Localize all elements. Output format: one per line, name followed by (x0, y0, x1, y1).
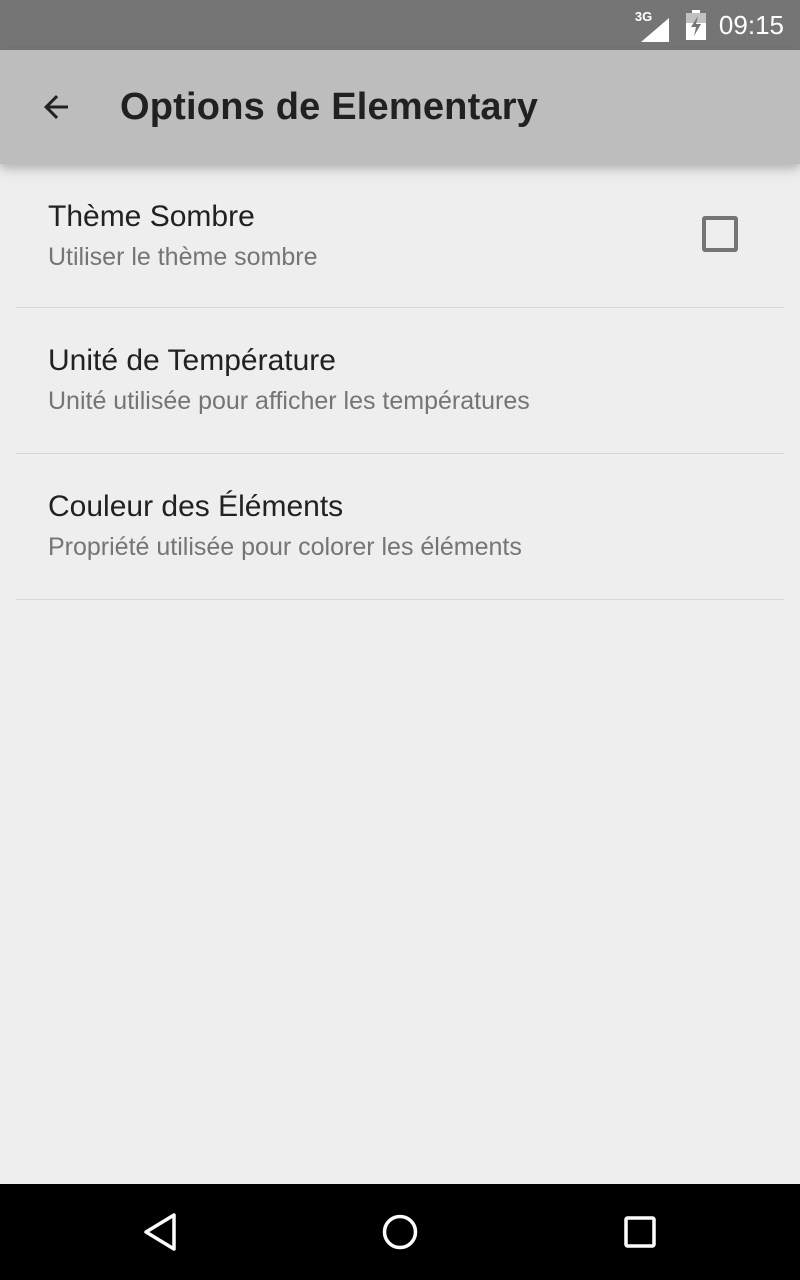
recents-square-icon (624, 1216, 656, 1248)
nav-home-button[interactable] (376, 1208, 424, 1256)
arrow-back-icon (44, 95, 68, 119)
pref-summary: Unité utilisée pour afficher les tempéra… (48, 387, 530, 415)
signal-icon (640, 18, 669, 42)
divider (16, 599, 784, 600)
pref-dark-theme[interactable]: Thème Sombre Utiliser le thème sombre (0, 164, 800, 308)
pref-title: Unité de Température (48, 344, 336, 377)
pref-title: Couleur des Éléments (48, 490, 344, 523)
back-button[interactable] (28, 79, 84, 135)
settings-list: Thème Sombre Utiliser le thème sombre Un… (0, 164, 800, 600)
battery-charging-icon (685, 10, 706, 40)
pref-summary: Utiliser le thème sombre (48, 243, 318, 271)
settings-screen: 3G 09:15 Options de Elementary Thème Som… (0, 0, 800, 1280)
network-indicator: 3G (635, 10, 671, 42)
home-circle-icon (382, 1214, 418, 1250)
nav-back-button[interactable] (136, 1208, 184, 1256)
page-title: Options de Elementary (120, 85, 539, 128)
nav-recents-button[interactable] (616, 1208, 664, 1256)
pref-summary: Propriété utilisée pour colorer les élém… (48, 533, 522, 561)
pref-title: Thème Sombre (48, 200, 255, 233)
navigation-bar (0, 1184, 800, 1280)
pref-temperature-unit[interactable]: Unité de Température Unité utilisée pour… (0, 308, 800, 454)
status-bar: 3G 09:15 (0, 0, 800, 50)
status-time: 09:15 (718, 10, 784, 40)
pref-element-color[interactable]: Couleur des Éléments Propriété utilisée … (0, 454, 800, 600)
app-bar: Options de Elementary (0, 50, 800, 164)
dark-theme-checkbox[interactable] (702, 216, 738, 252)
back-triangle-icon (144, 1213, 176, 1251)
